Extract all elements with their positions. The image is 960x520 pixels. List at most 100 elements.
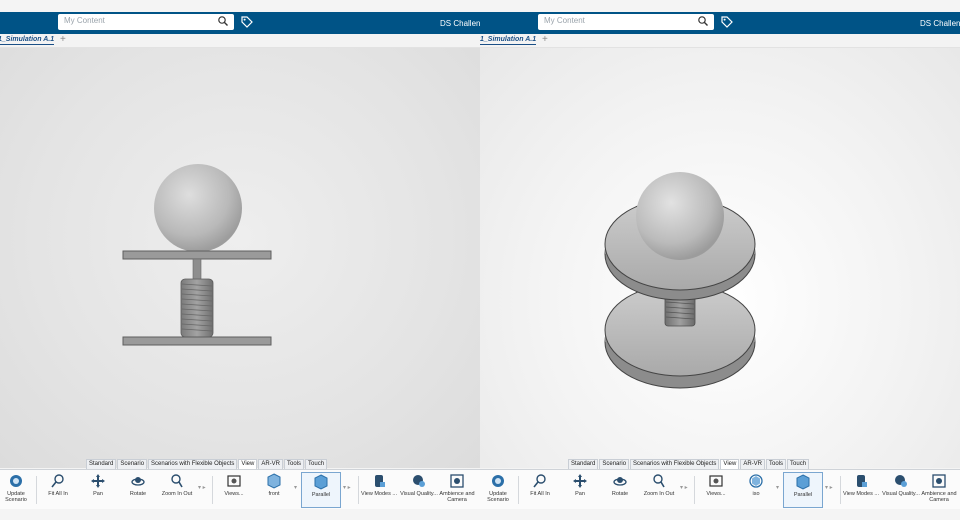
visual-quality-button[interactable]: Visual Quality... <box>881 472 921 508</box>
zoom-dropdown-icon[interactable]: ▾ ▸ <box>198 484 206 491</box>
update-scenario-button[interactable]: Update Scenario <box>480 472 518 508</box>
top-bar: My Content DS Challenç <box>0 12 480 34</box>
tab-tools[interactable]: Tools <box>766 459 787 469</box>
separator <box>694 476 695 504</box>
view-modes-button[interactable]: View Modes ... <box>359 472 399 508</box>
tab-ar-vr[interactable]: AR-VR <box>258 459 283 469</box>
tab-standard[interactable]: Standard <box>568 459 599 469</box>
tab-scenario[interactable]: Scenario <box>599 459 630 469</box>
views-button[interactable]: Views... <box>696 472 736 508</box>
fit-all-in-icon <box>533 474 546 488</box>
add-tab-icon[interactable]: + <box>542 34 548 45</box>
pan-button[interactable]: Pan <box>560 472 600 508</box>
model-iso-view <box>604 172 756 389</box>
pan-icon <box>573 474 587 488</box>
rotate-icon <box>131 477 145 486</box>
tab-scenario[interactable]: Scenario <box>117 459 148 469</box>
action-bar-tabs: Standard Scenario Scenarios with Flexibl… <box>86 459 328 469</box>
search-icon[interactable] <box>217 15 229 27</box>
view-modes-icon <box>857 475 867 487</box>
3d-viewport[interactable] <box>480 48 960 468</box>
views-camera-icon <box>709 475 723 487</box>
view-iso-icon <box>749 474 763 488</box>
zoom-dropdown-icon[interactable]: ▾ ▸ <box>680 484 688 491</box>
fit-all-in-icon <box>51 474 64 488</box>
left-pane: My Content DS Challenç 1_Simulation A.1 … <box>0 0 480 520</box>
view-modes-button[interactable]: View Modes ... <box>841 472 881 508</box>
current-view-button[interactable]: iso <box>736 472 776 508</box>
search-input[interactable]: My Content <box>538 14 714 30</box>
tab-touch[interactable]: Touch <box>305 459 328 469</box>
document-tab-strip: 1_Simulation A.1 + <box>0 34 480 48</box>
zoom-in-out-button[interactable]: Zoom In Out <box>157 472 197 508</box>
fit-all-in-button[interactable]: Fit All In <box>520 472 560 508</box>
app-title: DS Challenç <box>440 19 480 28</box>
separator <box>212 476 213 504</box>
ambience-camera-icon <box>932 474 946 488</box>
views-camera-icon <box>227 475 241 487</box>
tag-icon[interactable] <box>720 15 734 29</box>
connector-rod <box>192 258 202 282</box>
right-pane: My Content DS Challen 1_Simulation A.1 + <box>480 0 960 520</box>
parallel-projection-button[interactable]: Parallel <box>783 472 823 508</box>
view-cube-icon <box>267 473 281 489</box>
ambience-camera-button[interactable]: Ambience and Camera <box>919 472 959 508</box>
pan-icon <box>91 474 105 488</box>
parallel-cube-icon <box>796 474 810 490</box>
ball-shape <box>154 164 242 252</box>
update-scenario-icon <box>10 475 22 487</box>
projection-dropdown-icon[interactable]: ▾ ▸ <box>343 484 351 491</box>
fit-all-in-button[interactable]: Fit All In <box>38 472 78 508</box>
visual-quality-button[interactable]: Visual Quality... <box>399 472 439 508</box>
add-tab-icon[interactable]: + <box>60 34 66 45</box>
3d-viewport[interactable] <box>0 48 480 468</box>
document-tab[interactable]: 1_Simulation A.1 <box>0 36 55 45</box>
rotate-icon <box>613 477 627 486</box>
app-title: DS Challen <box>920 19 960 28</box>
search-input[interactable]: My Content <box>58 14 234 30</box>
view-modes-icon <box>375 475 385 487</box>
pan-button[interactable]: Pan <box>78 472 118 508</box>
document-tab-strip: 1_Simulation A.1 + <box>480 34 960 48</box>
spring-coil <box>180 278 214 338</box>
tab-standard[interactable]: Standard <box>86 459 117 469</box>
view-dropdown-icon[interactable]: ▾ <box>776 484 779 491</box>
top-bar: My Content DS Challen <box>480 12 960 34</box>
model-front-view <box>122 164 272 346</box>
top-plate <box>122 250 272 260</box>
tag-icon[interactable] <box>240 15 254 29</box>
zoom-in-out-button[interactable]: Zoom In Out <box>639 472 679 508</box>
ambience-camera-button[interactable]: Ambience and Camera <box>437 472 477 508</box>
ambience-camera-icon <box>450 474 464 488</box>
rotate-button[interactable]: Rotate <box>600 472 640 508</box>
tab-view[interactable]: View <box>720 459 740 469</box>
zoom-icon <box>653 474 665 488</box>
tab-view[interactable]: View <box>238 459 258 469</box>
search-placeholder: My Content <box>64 16 105 25</box>
tab-ar-vr[interactable]: AR-VR <box>740 459 765 469</box>
tab-scenarios-flexible[interactable]: Scenarios with Flexible Objects <box>630 459 720 469</box>
action-bar-tabs: Standard Scenario Scenarios with Flexibl… <box>568 459 810 469</box>
current-view-button[interactable]: front <box>254 472 294 508</box>
tab-tools[interactable]: Tools <box>284 459 305 469</box>
update-scenario-icon <box>492 475 504 487</box>
bottom-plate <box>122 336 272 346</box>
parallel-projection-button[interactable]: Parallel <box>301 472 341 508</box>
parallel-cube-icon <box>314 474 328 490</box>
projection-dropdown-icon[interactable]: ▾ ▸ <box>825 484 833 491</box>
ball-shape <box>636 172 724 260</box>
update-scenario-button[interactable]: Update Scenario <box>0 472 36 508</box>
views-button[interactable]: Views... <box>214 472 254 508</box>
view-dropdown-icon[interactable]: ▾ <box>294 484 297 491</box>
search-placeholder: My Content <box>544 16 585 25</box>
action-bar: Update Scenario Fit All In Pan Rotate Zo… <box>480 469 960 509</box>
visual-quality-icon <box>413 475 425 487</box>
action-bar: Update Scenario Fit All In Pan Rotate Zo… <box>0 469 480 509</box>
zoom-icon <box>171 474 183 488</box>
rotate-button[interactable]: Rotate <box>118 472 158 508</box>
tab-scenarios-flexible[interactable]: Scenarios with Flexible Objects <box>148 459 238 469</box>
search-icon[interactable] <box>697 15 709 27</box>
tab-touch[interactable]: Touch <box>787 459 810 469</box>
document-tab[interactable]: 1_Simulation A.1 <box>480 36 537 45</box>
separator <box>36 476 37 504</box>
